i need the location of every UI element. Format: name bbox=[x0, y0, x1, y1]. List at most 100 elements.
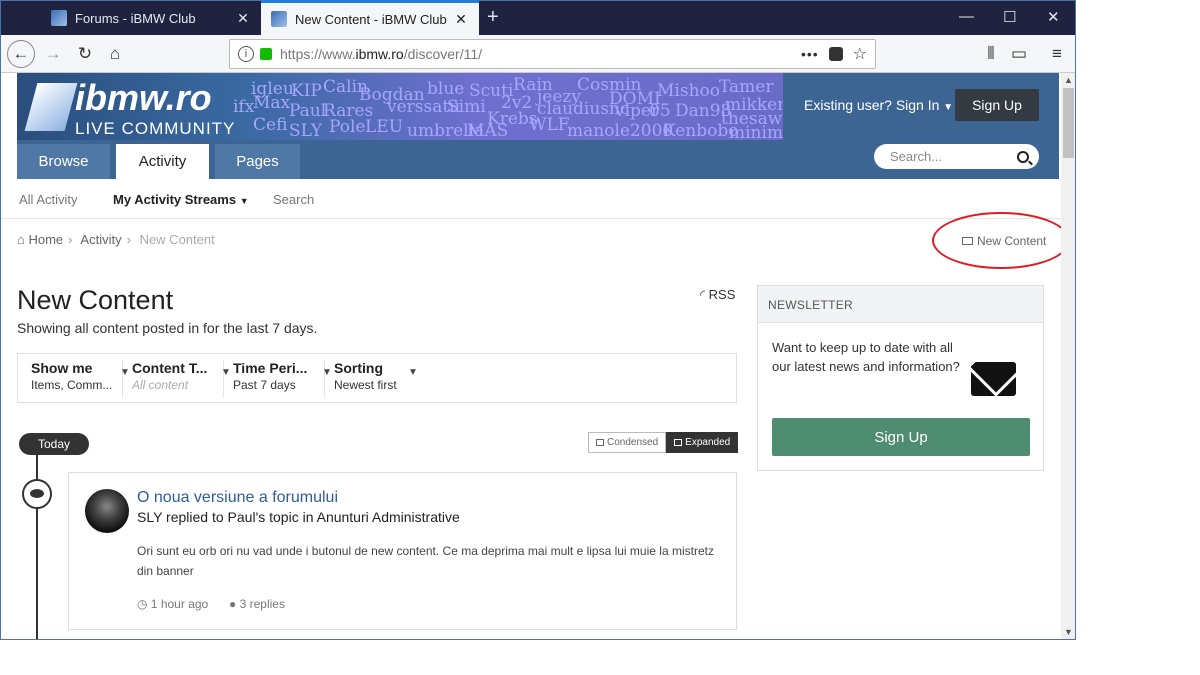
comment-bubble-icon bbox=[22, 479, 52, 509]
page-viewport: ibmw.ro LIVE COMMUNITY igleu KIP Calin B… bbox=[1, 73, 1061, 639]
search-input[interactable]: Search... bbox=[874, 144, 1039, 169]
favicon-icon bbox=[271, 11, 287, 27]
info-icon[interactable]: i bbox=[238, 46, 254, 62]
condensed-label: Condensed bbox=[607, 437, 659, 448]
newsletter-sign-up-button[interactable]: Sign Up bbox=[772, 418, 1030, 456]
page-actions-icon[interactable]: ••• bbox=[801, 46, 819, 62]
forward-arrow-icon[interactable]: → bbox=[39, 40, 67, 68]
scroll-down-icon[interactable]: ▼ bbox=[1064, 627, 1073, 637]
filter-value: All content bbox=[132, 378, 189, 392]
page-title: New Content bbox=[17, 285, 174, 315]
breadcrumb: ⌂ Home › Activity › New Content bbox=[17, 232, 215, 247]
rss-label: RSS bbox=[708, 287, 736, 302]
page-subtitle: Showing all content posted in for the la… bbox=[17, 320, 318, 336]
sign-up-button[interactable]: Sign Up bbox=[955, 89, 1039, 121]
breadcrumb-current: New Content bbox=[139, 232, 215, 247]
chevron-down-icon: ▼ bbox=[322, 367, 332, 378]
filter-value: Items, Comm... bbox=[31, 378, 113, 392]
filter-show-me[interactable]: Show me Items, Comm... ▼ bbox=[31, 360, 130, 398]
activity-entry: O noua versiune a forumului SLY replied … bbox=[68, 472, 737, 630]
home-icon[interactable]: ⌂ bbox=[101, 40, 129, 68]
breadcrumb-home[interactable]: Home bbox=[28, 232, 63, 247]
avatar[interactable] bbox=[85, 489, 129, 533]
filter-bar: Show me Items, Comm... ▼ Content T... Al… bbox=[17, 353, 737, 403]
url-text: https://www.ibmw.ro/discover/11/ bbox=[280, 46, 483, 62]
banner-name: Paul bbox=[289, 101, 327, 121]
activity-subnav: All Activity My Activity Streams ▼ Searc… bbox=[1, 179, 1061, 219]
browser-tab-forums[interactable]: Forums - iBMW Club ✕ bbox=[41, 1, 261, 35]
subnav-streams-label: My Activity Streams bbox=[113, 192, 237, 207]
tab-activity[interactable]: Activity bbox=[116, 144, 209, 179]
newsletter-widget: NEWSLETTER Want to keep up to date with … bbox=[757, 285, 1044, 471]
expanded-view-button[interactable]: Expanded bbox=[666, 432, 739, 453]
close-tab-icon[interactable]: ✕ bbox=[235, 10, 251, 27]
lock-icon bbox=[260, 48, 272, 60]
page-scrollbar[interactable]: ▲ ▼ bbox=[1061, 73, 1075, 639]
filter-title: Time Peri... bbox=[233, 360, 308, 376]
banner-name: minima bbox=[729, 123, 783, 140]
banner-name: Pole bbox=[329, 117, 366, 137]
red-circle-annotation bbox=[932, 212, 1061, 269]
newsletter-text: Want to keep up to date with all our lat… bbox=[772, 340, 960, 374]
logo-subtitle: LIVE COMMUNITY bbox=[75, 119, 236, 138]
subnav-all-activity[interactable]: All Activity bbox=[19, 192, 78, 207]
subnav-search[interactable]: Search bbox=[273, 192, 314, 207]
search-icon[interactable] bbox=[1017, 150, 1029, 163]
maximize-icon[interactable]: ☐ bbox=[1003, 8, 1016, 26]
new-tab-icon[interactable]: + bbox=[487, 6, 499, 29]
entry-meta: SLY replied to Paul's topic in Anunturi … bbox=[137, 509, 460, 525]
scroll-up-icon[interactable]: ▲ bbox=[1064, 75, 1073, 85]
browser-tab-new-content[interactable]: New Content - iBMW Club ✕ bbox=[261, 1, 479, 35]
entry-replies-label: 3 replies bbox=[239, 597, 285, 611]
view-toggle: Condensed Expanded bbox=[588, 432, 739, 453]
banner-name: 05 bbox=[649, 101, 671, 121]
banner-name: Mishoo bbox=[657, 81, 720, 101]
rss-icon: ◜ bbox=[700, 287, 706, 302]
banner-name: ifx bbox=[233, 97, 255, 117]
filter-content-type[interactable]: Content T... All content ▼ bbox=[132, 360, 231, 398]
chevron-down-icon: ▼ bbox=[120, 367, 130, 378]
close-window-icon[interactable]: ✕ bbox=[1047, 8, 1060, 26]
envelope-icon bbox=[971, 362, 1016, 396]
banner-name: LEU bbox=[365, 117, 404, 137]
site-banner[interactable]: ibmw.ro LIVE COMMUNITY igleu KIP Calin B… bbox=[17, 73, 783, 140]
clock-icon: ◷ bbox=[137, 597, 148, 611]
tab-label: New Content - iBMW Club bbox=[295, 11, 447, 27]
url-bar[interactable]: i https://www.ibmw.ro/discover/11/ ••• ☆ bbox=[229, 39, 876, 69]
condensed-view-button[interactable]: Condensed bbox=[588, 432, 667, 453]
sign-in-link[interactable]: Existing user? Sign In ▼ bbox=[804, 97, 953, 113]
banner-name: manole2000 bbox=[567, 121, 674, 140]
breadcrumb-activity[interactable]: Activity bbox=[80, 232, 121, 247]
bookmark-star-icon[interactable]: ☆ bbox=[853, 44, 867, 64]
browser-nav-bar: ← → ↻ ⌂ i https://www.ibmw.ro/discover/1… bbox=[1, 35, 1075, 73]
sign-in-label: Existing user? Sign In bbox=[804, 97, 940, 113]
square-icon bbox=[674, 439, 683, 446]
browser-window: Forums - iBMW Club ✕ New Content - iBMW … bbox=[0, 0, 1076, 640]
library-icon[interactable]: ⫴ bbox=[977, 40, 1005, 68]
filter-title: Show me bbox=[31, 360, 93, 376]
entry-time-label: 1 hour ago bbox=[150, 597, 209, 611]
caret-down-icon: ▼ bbox=[943, 102, 954, 113]
filter-value: Newest first bbox=[334, 378, 397, 392]
reload-icon[interactable]: ↻ bbox=[71, 40, 99, 68]
logo-text: ibmw.ro bbox=[75, 77, 212, 118]
back-arrow-icon[interactable]: ← bbox=[7, 40, 35, 68]
pocket-icon[interactable] bbox=[828, 47, 843, 61]
filter-time-period[interactable]: Time Peri... Past 7 days ▼ bbox=[233, 360, 332, 398]
filter-sorting[interactable]: Sorting Newest first ▼ bbox=[334, 360, 424, 398]
rss-link[interactable]: ◜ RSS bbox=[700, 287, 735, 303]
scroll-thumb[interactable] bbox=[1063, 88, 1074, 158]
newsletter-header: NEWSLETTER bbox=[758, 286, 1043, 323]
close-tab-icon[interactable]: ✕ bbox=[453, 11, 469, 28]
entry-body: Ori sunt eu orb ori nu vad unde i butonu… bbox=[137, 544, 714, 578]
sidebar-icon[interactable]: ▭ bbox=[1005, 40, 1033, 68]
minimize-icon[interactable]: — bbox=[959, 8, 974, 25]
entry-title-link[interactable]: O noua versiune a forumului bbox=[137, 489, 338, 507]
menu-icon[interactable]: ≡ bbox=[1043, 40, 1071, 68]
expanded-label: Expanded bbox=[685, 437, 731, 448]
subnav-my-activity-streams[interactable]: My Activity Streams ▼ bbox=[113, 192, 249, 207]
entry-replies-link[interactable]: ● 3 replies bbox=[229, 597, 285, 611]
banner-name: blue bbox=[427, 79, 465, 99]
tab-browse[interactable]: Browse bbox=[17, 144, 110, 179]
tab-pages[interactable]: Pages bbox=[215, 144, 300, 179]
